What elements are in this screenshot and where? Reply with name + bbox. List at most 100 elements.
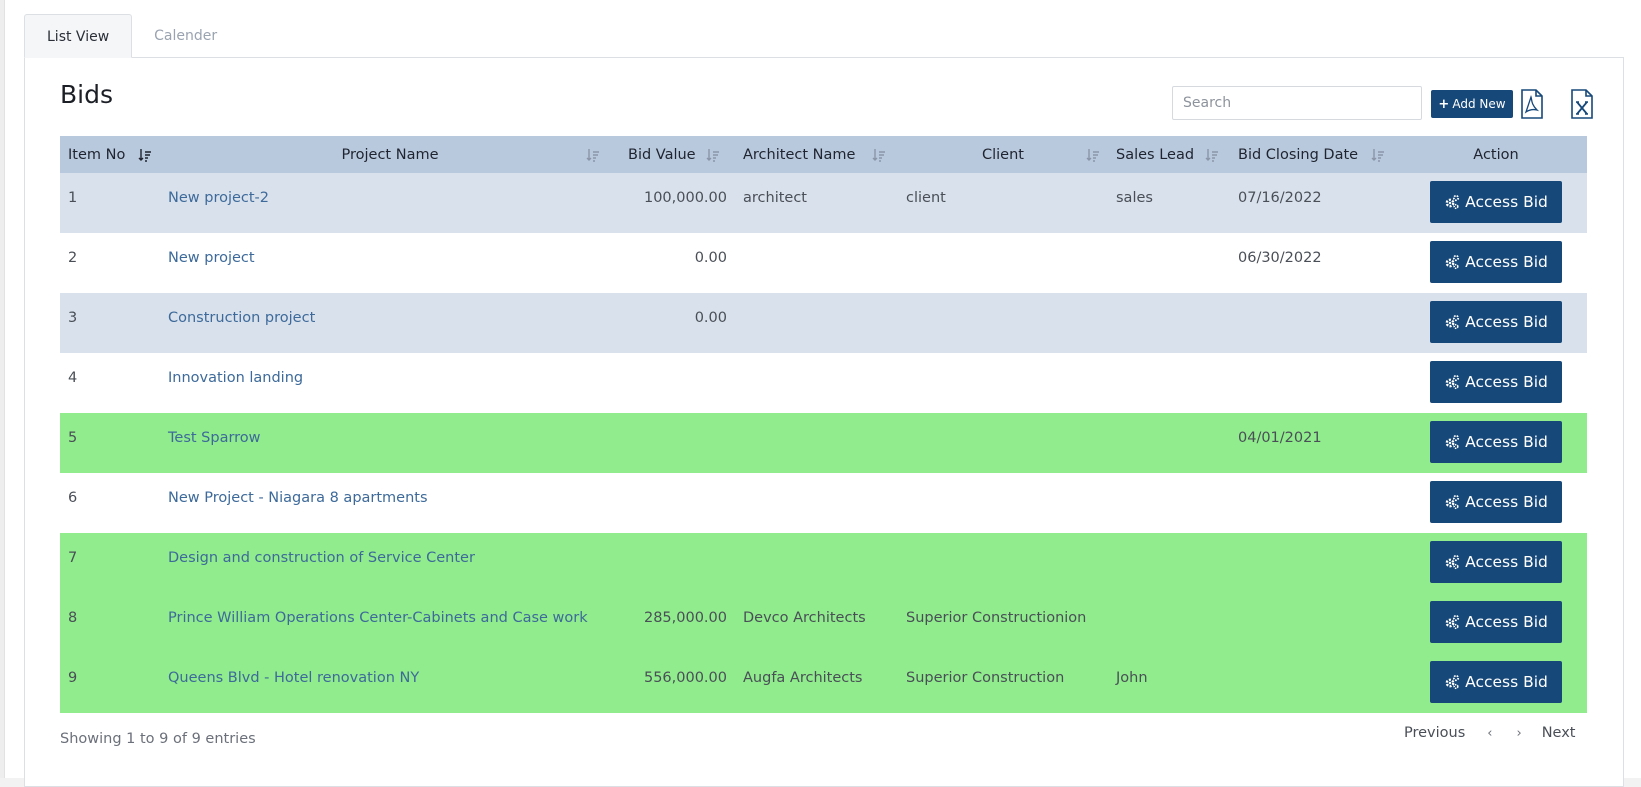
- cell-bid-closing-date: 07/16/2022: [1238, 190, 1322, 206]
- project-name-link[interactable]: New project: [160, 233, 620, 293]
- access-bid-label: Access Bid: [1465, 493, 1548, 511]
- cell-bid-value: 0.00: [694, 250, 727, 266]
- access-bid-label: Access Bid: [1465, 253, 1548, 271]
- access-bid-button[interactable]: Access Bid: [1430, 361, 1562, 403]
- cell-sales-lead: [1108, 293, 1230, 353]
- column-label: Bid Value: [628, 146, 696, 163]
- cell-bid-closing-date: 06/30/2022: [1238, 250, 1322, 266]
- table-row: 8 Prince William Operations Center-Cabine…: [60, 593, 1587, 653]
- access-bid-button[interactable]: Access Bid: [1430, 481, 1562, 523]
- project-name-link[interactable]: New Project - Niagara 8 apartments: [160, 473, 620, 533]
- column-header-architect-name[interactable]: Architect Name: [735, 136, 898, 173]
- cell-architect-name: [735, 353, 898, 413]
- access-bid-label: Access Bid: [1465, 313, 1548, 331]
- pagination: Previous ‹ › Next: [1404, 725, 1575, 741]
- cell-item-no: 6: [68, 490, 78, 506]
- access-bid-button[interactable]: Access Bid: [1430, 301, 1562, 343]
- access-bid-label: Access Bid: [1465, 433, 1548, 451]
- cell-architect-name: Augfa Architects: [743, 670, 863, 686]
- cell-bid-closing-date: [1230, 293, 1405, 353]
- search-input[interactable]: [1172, 86, 1422, 120]
- sort-icon[interactable]: [1371, 148, 1385, 162]
- cell-sales-lead: John: [1116, 670, 1148, 686]
- cell-client: [898, 473, 1108, 533]
- next-button[interactable]: Next: [1542, 725, 1576, 741]
- cell-client: [898, 533, 1108, 593]
- table-row: 5 Test Sparrow 04/01/2021 Access Bid: [60, 413, 1587, 473]
- access-bid-button[interactable]: Access Bid: [1430, 541, 1562, 583]
- column-header-bid-value[interactable]: Bid Value: [620, 136, 735, 173]
- cell-client: Superior Constructionion: [906, 610, 1087, 626]
- cell-item-no: 8: [68, 610, 78, 626]
- cell-architect-name: [735, 233, 898, 293]
- cell-item-no: 9: [68, 670, 78, 686]
- access-bid-button[interactable]: Access Bid: [1430, 661, 1562, 703]
- cell-architect-name: [735, 473, 898, 533]
- cell-bid-value: [620, 353, 735, 413]
- add-new-label: Add New: [1452, 97, 1506, 111]
- cell-bid-closing-date: [1230, 353, 1405, 413]
- plus-icon: +: [1438, 96, 1450, 112]
- sort-icon[interactable]: [1205, 148, 1219, 162]
- tab-calender[interactable]: Calender: [132, 14, 239, 58]
- chevron-right-icon[interactable]: ›: [1516, 726, 1521, 741]
- view-tabs: List View Calender: [24, 14, 239, 58]
- cell-action: Access Bid: [1405, 533, 1587, 593]
- sort-icon[interactable]: [872, 148, 886, 162]
- entries-info: Showing 1 to 9 of 9 entries: [60, 731, 256, 747]
- column-header-item-no[interactable]: Item No: [60, 136, 160, 173]
- cell-action: Access Bid: [1405, 233, 1587, 293]
- cell-bid-closing-date: [1230, 593, 1405, 653]
- excel-file-icon[interactable]: [1570, 89, 1594, 119]
- gears-icon: [1445, 494, 1460, 510]
- cell-action: Access Bid: [1405, 473, 1587, 533]
- gears-icon: [1445, 374, 1460, 390]
- sort-icon[interactable]: [1086, 148, 1100, 162]
- bids-table: Item No Project Name Bid Value Architect…: [60, 136, 1587, 713]
- access-bid-label: Access Bid: [1465, 673, 1548, 691]
- project-name-link[interactable]: Test Sparrow: [160, 413, 620, 473]
- access-bid-button[interactable]: Access Bid: [1430, 241, 1562, 283]
- cell-bid-closing-date: 04/01/2021: [1238, 430, 1322, 446]
- cell-item-no: 4: [68, 370, 78, 386]
- sort-desc-icon[interactable]: [138, 148, 152, 162]
- project-name-link[interactable]: Construction project: [160, 293, 620, 353]
- cell-client: [898, 233, 1108, 293]
- column-header-sales-lead[interactable]: Sales Lead: [1108, 136, 1230, 173]
- cell-bid-value: [620, 413, 735, 473]
- gears-icon: [1445, 554, 1460, 570]
- cell-item-no: 7: [68, 550, 78, 566]
- column-header-client[interactable]: Client: [898, 136, 1108, 173]
- previous-button[interactable]: Previous: [1404, 725, 1465, 741]
- cell-item-no: 5: [68, 430, 78, 446]
- project-name-link[interactable]: New project-2: [160, 173, 620, 233]
- pdf-file-icon[interactable]: [1520, 89, 1544, 119]
- access-bid-button[interactable]: Access Bid: [1430, 181, 1562, 223]
- project-name-link[interactable]: Prince William Operations Center-Cabinet…: [160, 593, 620, 653]
- left-edge: [0, 0, 5, 778]
- column-header-project-name[interactable]: Project Name: [160, 136, 620, 173]
- table-row: 9 Queens Blvd - Hotel renovation NY 556,00…: [60, 653, 1587, 713]
- cell-sales-lead: [1108, 353, 1230, 413]
- cell-bid-value: 285,000.00: [643, 610, 727, 626]
- column-header-bid-closing-date[interactable]: Bid Closing Date: [1230, 136, 1405, 173]
- column-label: Project Name: [341, 146, 439, 163]
- table-row: 1 New project-2 100,000.00 architect client s…: [60, 173, 1587, 233]
- chevron-left-icon[interactable]: ‹: [1487, 726, 1492, 741]
- project-name-link[interactable]: Innovation landing: [160, 353, 620, 413]
- project-name-link[interactable]: Design and construction of Service Cente…: [160, 533, 620, 593]
- sort-icon[interactable]: [706, 148, 720, 162]
- cell-bid-closing-date: [1230, 533, 1405, 593]
- tab-list-view[interactable]: List View: [24, 14, 133, 58]
- project-name-link[interactable]: Queens Blvd - Hotel renovation NY: [160, 653, 620, 713]
- table-row: 6 New Project - Niagara 8 apartments Acces…: [60, 473, 1587, 533]
- add-new-button[interactable]: + Add New: [1431, 90, 1513, 118]
- cell-client: client: [906, 190, 946, 206]
- cell-action: Access Bid: [1405, 293, 1587, 353]
- cell-bid-closing-date: [1230, 653, 1405, 713]
- access-bid-button[interactable]: Access Bid: [1430, 421, 1562, 463]
- cell-bid-value: 556,000.00: [643, 670, 727, 686]
- cell-action: Access Bid: [1405, 413, 1587, 473]
- access-bid-button[interactable]: Access Bid: [1430, 601, 1562, 643]
- sort-icon[interactable]: [586, 148, 600, 162]
